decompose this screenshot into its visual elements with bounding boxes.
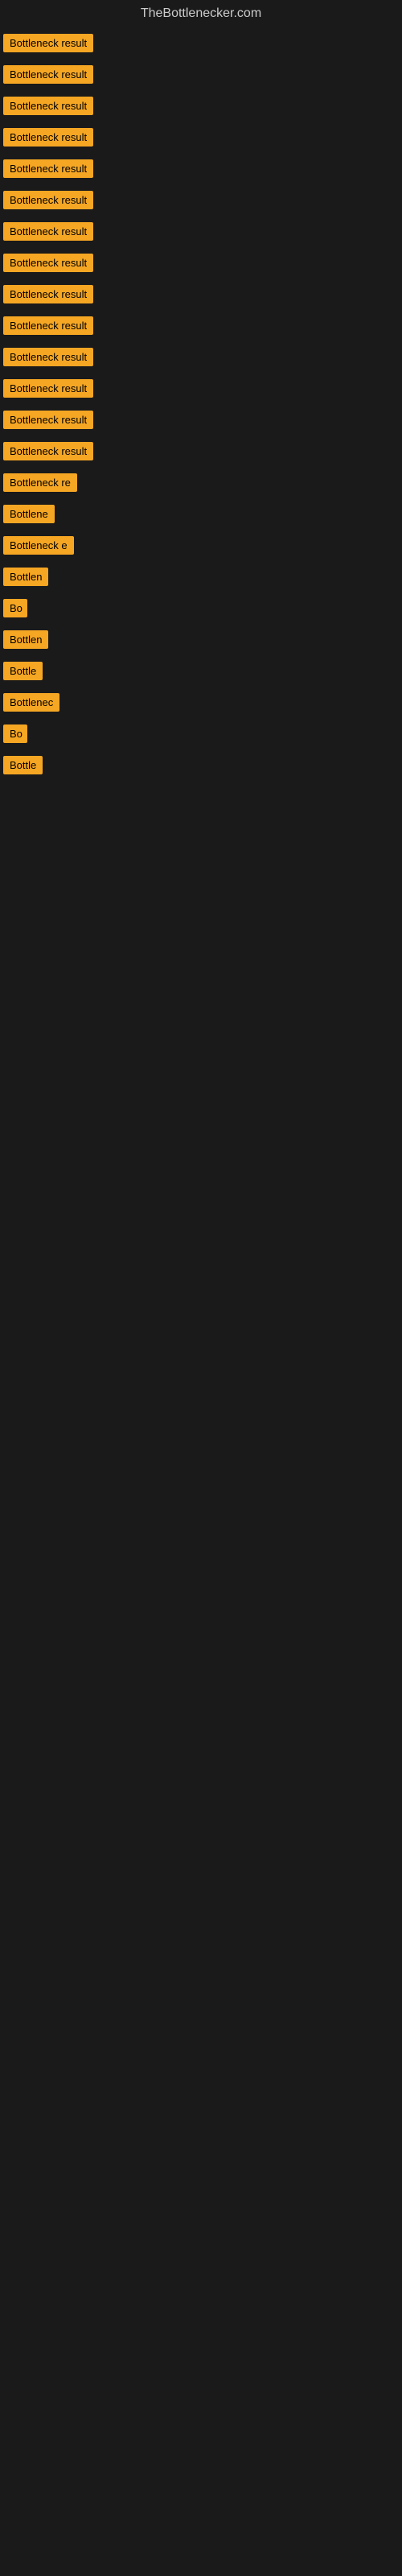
bottleneck-badge-14: Bottleneck result (3, 442, 93, 460)
result-row-10[interactable]: Bottleneck result (0, 310, 402, 341)
result-row-1[interactable]: Bottleneck result (0, 27, 402, 59)
bottleneck-badge-4: Bottleneck result (3, 128, 93, 147)
bottleneck-badge-17: Bottleneck e (3, 536, 74, 555)
result-row-24[interactable]: Bottle (0, 749, 402, 781)
bottleneck-badge-6: Bottleneck result (3, 191, 93, 209)
result-row-7[interactable]: Bottleneck result (0, 216, 402, 247)
result-row-11[interactable]: Bottleneck result (0, 341, 402, 373)
result-row-12[interactable]: Bottleneck result (0, 373, 402, 404)
bottleneck-badge-1: Bottleneck result (3, 34, 93, 52)
bottleneck-badge-3: Bottleneck result (3, 97, 93, 115)
bottleneck-badge-8: Bottleneck result (3, 254, 93, 272)
result-row-23[interactable]: Bo (0, 718, 402, 749)
result-row-8[interactable]: Bottleneck result (0, 247, 402, 279)
result-row-21[interactable]: Bottle (0, 655, 402, 687)
bottleneck-badge-16: Bottlene (3, 505, 55, 523)
result-row-9[interactable]: Bottleneck result (0, 279, 402, 310)
bottleneck-badge-13: Bottleneck result (3, 411, 93, 429)
bottleneck-badge-9: Bottleneck result (3, 285, 93, 303)
bottleneck-badge-19: Bo (3, 599, 27, 617)
result-row-17[interactable]: Bottleneck e (0, 530, 402, 561)
result-row-2[interactable]: Bottleneck result (0, 59, 402, 90)
bottleneck-badge-15: Bottleneck re (3, 473, 77, 492)
result-row-16[interactable]: Bottlene (0, 498, 402, 530)
page-wrapper: TheBottlenecker.com Bottleneck resultBot… (0, 0, 402, 2576)
result-row-15[interactable]: Bottleneck re (0, 467, 402, 498)
bottleneck-badge-12: Bottleneck result (3, 379, 93, 398)
result-row-22[interactable]: Bottlenec (0, 687, 402, 718)
bottleneck-badge-7: Bottleneck result (3, 222, 93, 241)
results-container: Bottleneck result Bottleneck result Bottle… (0, 27, 402, 781)
bottleneck-badge-18: Bottlen (3, 568, 48, 586)
bottleneck-badge-21: Bottle (3, 662, 43, 680)
site-title: TheBottlenecker.com (0, 0, 402, 27)
result-row-5[interactable]: Bottleneck result (0, 153, 402, 184)
bottleneck-badge-23: Bo (3, 724, 27, 743)
result-row-13[interactable]: Bottleneck result (0, 404, 402, 436)
bottleneck-badge-11: Bottleneck result (3, 348, 93, 366)
bottleneck-badge-24: Bottle (3, 756, 43, 774)
bottleneck-badge-5: Bottleneck result (3, 159, 93, 178)
bottleneck-badge-20: Bottlen (3, 630, 48, 649)
result-row-6[interactable]: Bottleneck result (0, 184, 402, 216)
bottleneck-badge-2: Bottleneck result (3, 65, 93, 84)
bottleneck-badge-10: Bottleneck result (3, 316, 93, 335)
result-row-18[interactable]: Bottlen (0, 561, 402, 592)
result-row-19[interactable]: Bo (0, 592, 402, 624)
result-row-14[interactable]: Bottleneck result (0, 436, 402, 467)
result-row-3[interactable]: Bottleneck result (0, 90, 402, 122)
result-row-4[interactable]: Bottleneck result (0, 122, 402, 153)
bottleneck-badge-22: Bottlenec (3, 693, 59, 712)
result-row-20[interactable]: Bottlen (0, 624, 402, 655)
